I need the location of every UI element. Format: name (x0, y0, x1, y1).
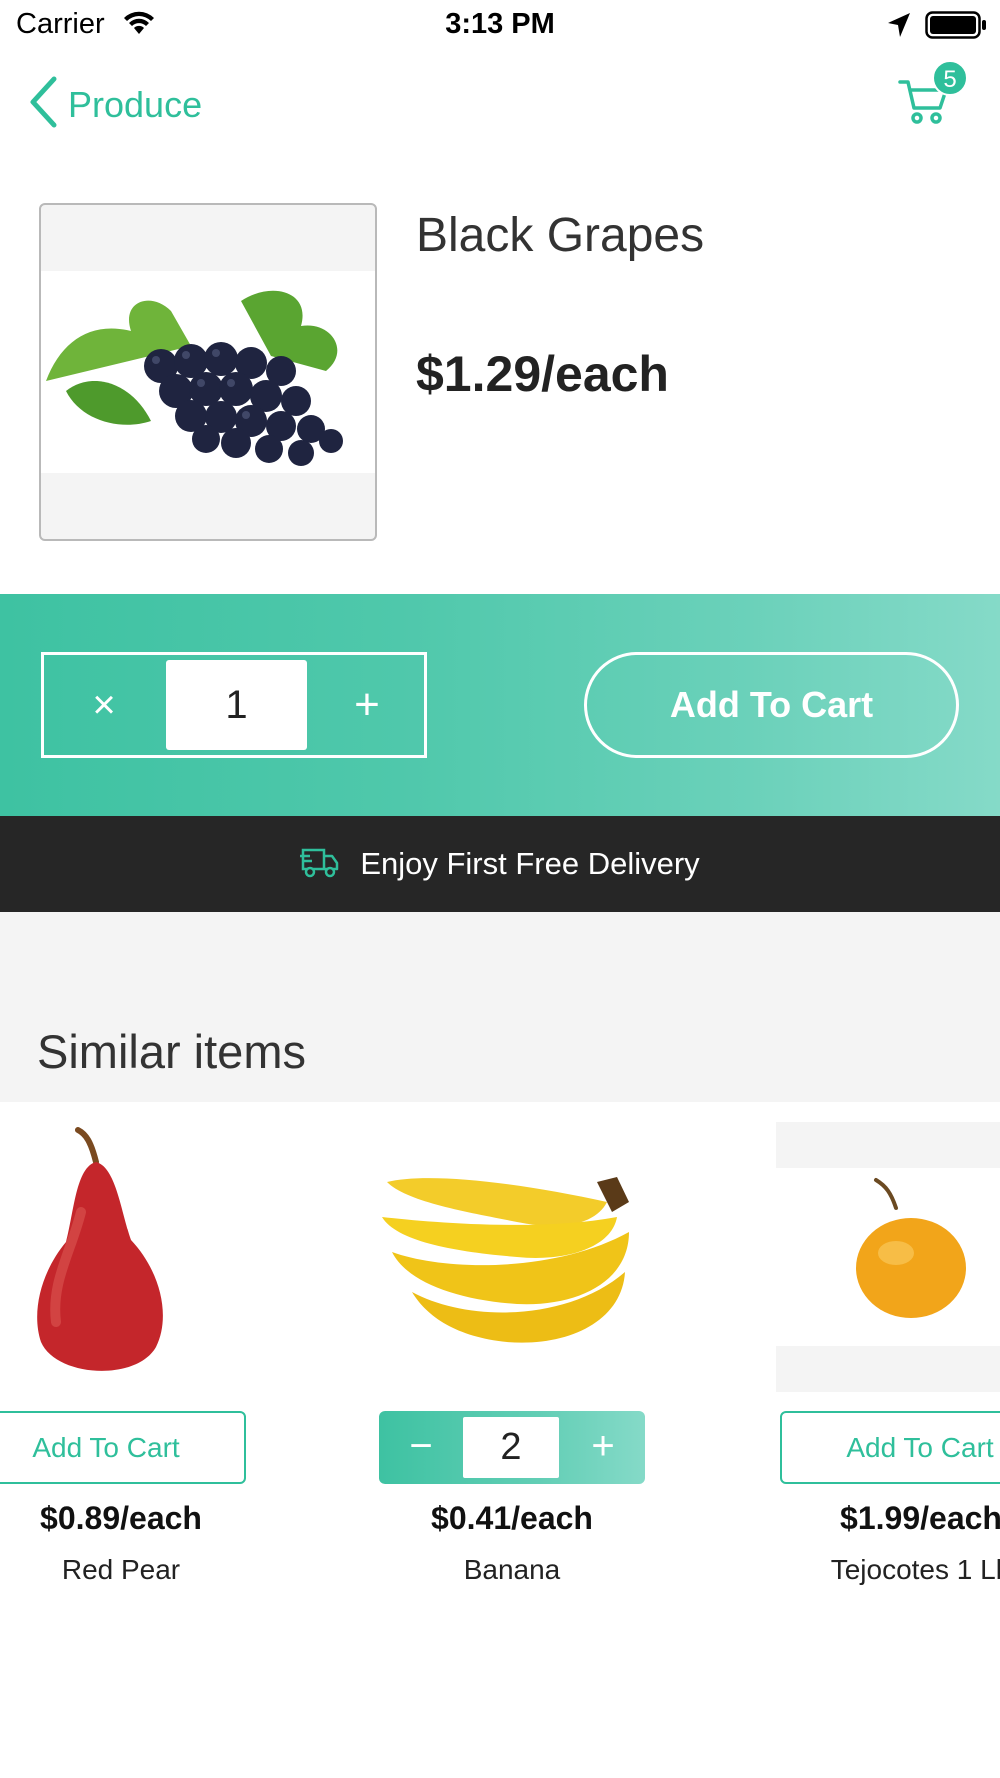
increment-button[interactable]: + (307, 655, 427, 755)
section-title: Similar items (37, 1025, 306, 1078)
back-label: Produce (68, 83, 203, 125)
add-to-cart-button[interactable]: Add To Cart (584, 652, 959, 758)
quantity-stepper: − 2 + (379, 1411, 645, 1484)
quantity-value[interactable]: 1 (166, 660, 307, 750)
purchase-panel: × 1 + Add To Cart (0, 594, 1000, 816)
similar-items-header: Similar items (0, 912, 1000, 1102)
similar-item-card[interactable]: Add To Cart $0.89/each Red Pear (0, 1102, 256, 1602)
product-name: Black Grapes (416, 209, 705, 262)
item-image (776, 1122, 1000, 1392)
delivery-truck-icon (300, 845, 340, 884)
add-to-cart-button[interactable]: Add To Cart (0, 1411, 246, 1484)
similar-item-card[interactable]: − 2 + $0.41/each Banana (367, 1102, 657, 1602)
increment-button[interactable]: + (561, 1411, 645, 1484)
status-bar: Carrier 3:13 PM (0, 0, 1000, 50)
back-button[interactable]: Produce (28, 76, 202, 133)
cart-count-badge: 5 (932, 60, 968, 96)
add-to-cart-button[interactable]: Add To Cart (780, 1411, 1000, 1484)
item-image (367, 1122, 657, 1392)
item-price: $0.89/each (40, 1500, 202, 1536)
status-time: 3:13 PM (445, 8, 555, 40)
product-price: $1.29/each (416, 346, 669, 402)
battery-icon (925, 11, 987, 44)
item-name: Banana (463, 1554, 561, 1585)
chevron-left-icon (28, 76, 58, 133)
item-name: Red Pear (61, 1554, 181, 1585)
item-price: $0.41/each (431, 1500, 593, 1536)
similar-item-card[interactable]: Add To Cart $1.99/each Tejocotes 1 Lb (776, 1102, 1000, 1602)
product-image (39, 203, 377, 541)
location-arrow-icon (886, 11, 912, 44)
quantity-stepper: × 1 + (41, 652, 427, 758)
delivery-text: Enjoy First Free Delivery (360, 846, 700, 881)
quantity-value[interactable]: 2 (463, 1417, 559, 1478)
item-price: $1.99/each (840, 1500, 1000, 1536)
item-name: Tejocotes 1 Lb (830, 1554, 1000, 1585)
item-image (0, 1122, 256, 1392)
decrement-button[interactable]: − (379, 1411, 463, 1484)
cart-button[interactable]: 5 (898, 60, 973, 130)
remove-button[interactable]: × (44, 655, 164, 755)
delivery-banner: Enjoy First Free Delivery (0, 816, 1000, 912)
